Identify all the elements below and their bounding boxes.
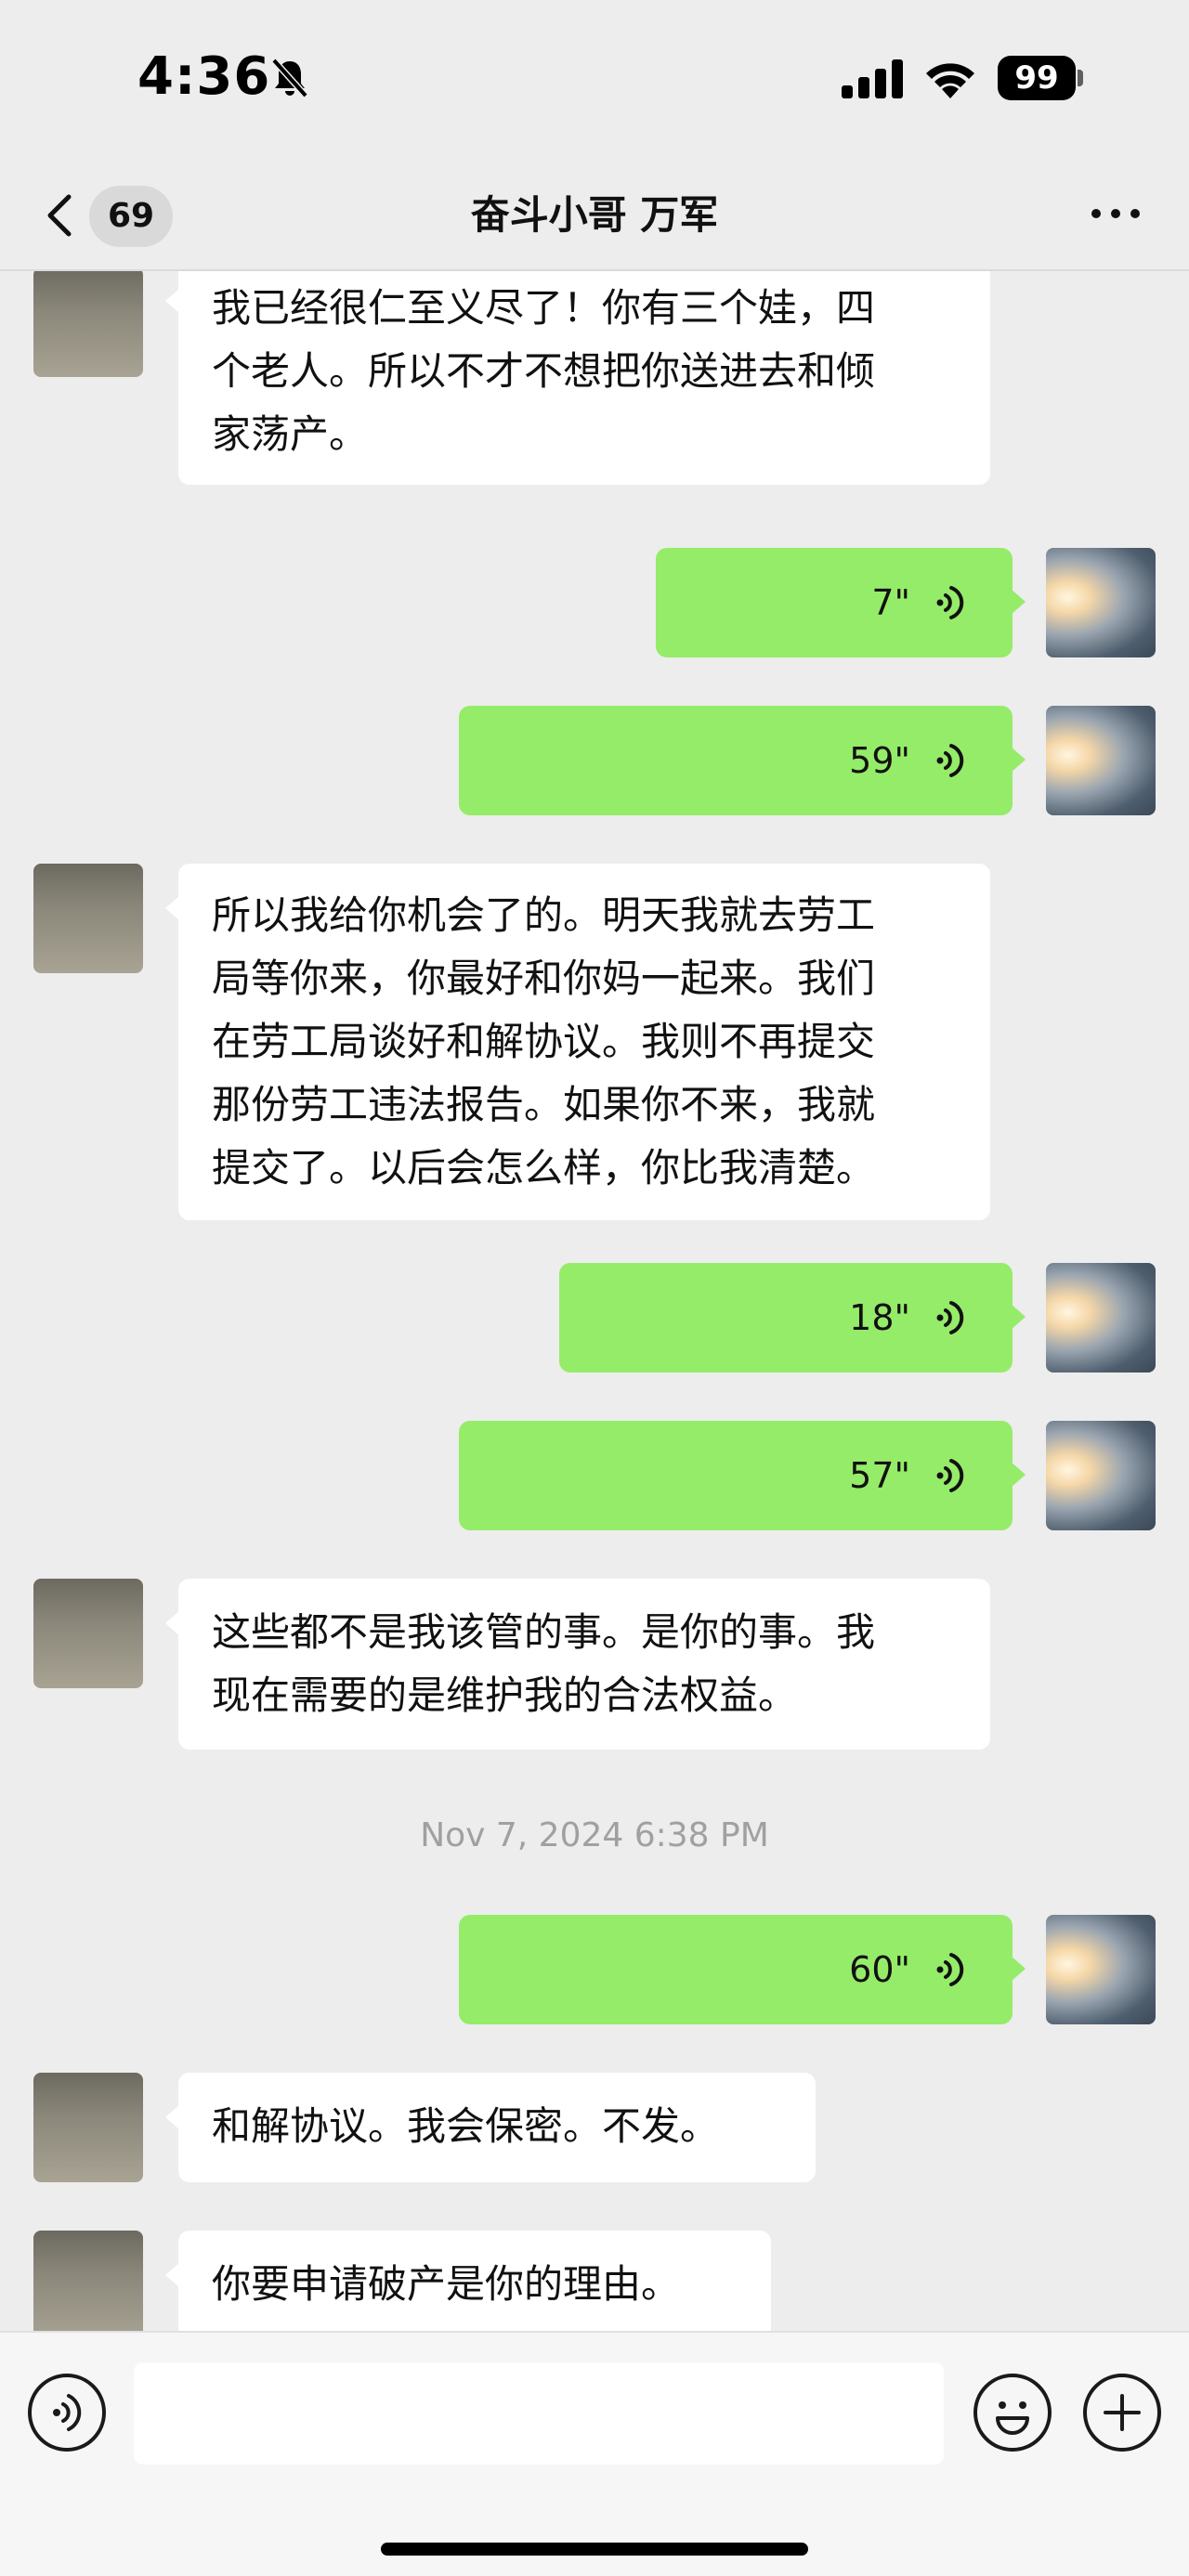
voice-wave-icon (936, 586, 964, 619)
my-avatar[interactable] (1046, 1263, 1156, 1373)
emoji-button[interactable] (973, 2374, 1052, 2452)
contact-avatar[interactable] (33, 2073, 143, 2182)
message-text-line: 那份劳工违法报告。如果你不来，我就 (212, 1082, 876, 1127)
status-time: 4:36 (137, 46, 271, 107)
voice-mode-icon (53, 2394, 82, 2431)
voice-message-bubble[interactable]: 7" (656, 548, 1026, 657)
message-bubble-incoming[interactable]: 所以我给你机会了的。明天我就去劳工 局等你来，你最好和你妈一起来。我们 在劳工局… (165, 864, 990, 1220)
battery-level: 99 (998, 56, 1076, 100)
message-bubble-incoming[interactable]: 这些都不是我该管的事。是你的事。我 现在需要的是维护我的合法权益。 (165, 1579, 990, 1750)
contact-avatar[interactable] (33, 1579, 143, 1688)
battery-tip (1078, 70, 1083, 86)
battery-icon: 99 (998, 56, 1083, 100)
message-text-line: 你要申请破产是你的理由。 (212, 2261, 681, 2307)
contact-avatar[interactable] (33, 2231, 143, 2331)
voice-message-bubble[interactable]: 57" (459, 1421, 1026, 1530)
message-text-line: 在劳工局谈好和解协议。我则不再提交 (212, 1019, 876, 1064)
back-button[interactable]: 69 (37, 175, 176, 254)
chat-screen: 4:36 99 69 奋斗小哥 万军 我已经很仁至义尽了！你有三个娃，四 个老人… (0, 0, 1189, 2576)
chat-header: 69 奋斗小哥 万军 (0, 158, 1189, 271)
voice-message-bubble[interactable]: 60" (459, 1915, 1026, 2024)
wifi-icon (926, 63, 974, 98)
voice-wave-icon (936, 1459, 964, 1492)
my-avatar[interactable] (1046, 706, 1156, 815)
voice-mode-button[interactable] (28, 2374, 106, 2452)
home-indicator[interactable] (381, 2543, 808, 2556)
message-text-line: 提交了。以后会怎么样，你比我清楚。 (212, 1145, 876, 1190)
voice-message-bubble[interactable]: 59" (459, 706, 1026, 815)
status-bar: 4:36 99 (0, 0, 1189, 158)
message-bubble-incoming[interactable]: 和解协议。我会保密。不发。 (165, 2073, 816, 2182)
more-icon[interactable] (1083, 186, 1148, 241)
voice-duration: 59" (849, 740, 910, 781)
unread-count-badge: 69 (89, 186, 173, 247)
voice-duration: 18" (849, 1297, 910, 1338)
message-text-line: 局等你来，你最好和你妈一起来。我们 (212, 956, 876, 1001)
my-avatar[interactable] (1046, 1915, 1156, 2024)
my-avatar[interactable] (1046, 1421, 1156, 1530)
voice-duration: 7" (871, 582, 910, 623)
chat-title: 奋斗小哥 万军 (470, 192, 719, 238)
voice-wave-icon (936, 744, 964, 777)
my-avatar[interactable] (1046, 548, 1156, 657)
message-text-line: 现在需要的是维护我的合法权益。 (212, 1672, 798, 1718)
voice-wave-icon (936, 1953, 964, 1986)
voice-duration: 57" (849, 1455, 910, 1496)
emoji-icon (996, 2401, 1029, 2435)
message-timestamp: Nov 7, 2024 6:38 PM (420, 1816, 769, 1854)
message-bubble-incoming[interactable]: 你要申请破产是你的理由。 (165, 2231, 771, 2331)
voice-wave-icon (936, 1301, 964, 1334)
message-list[interactable]: 我已经很仁至义尽了！你有三个娃，四 个老人。所以不才不想把你送进去和倾 家荡产。… (0, 271, 1189, 2331)
contact-avatar[interactable] (33, 864, 143, 973)
plus-button[interactable] (1083, 2374, 1161, 2452)
message-text-line: 这些都不是我该管的事。是你的事。我 (212, 1609, 876, 1655)
message-text-line: 所以我给你机会了的。明天我就去劳工 (212, 892, 876, 938)
message-text-line: 和解协议。我会保密。不发。 (212, 2103, 720, 2149)
voice-duration: 60" (849, 1949, 910, 1990)
message-text-line: 我已经很仁至义尽了！你有三个娃，四 (212, 285, 876, 331)
message-bubble-incoming[interactable]: 我已经很仁至义尽了！你有三个娃，四 个老人。所以不才不想把你送进去和倾 家荡产。 (165, 271, 990, 485)
message-text-line: 家荡产。 (212, 411, 369, 457)
voice-message-bubble[interactable]: 18" (559, 1263, 1026, 1373)
chevron-left-icon (47, 194, 72, 237)
cellular-signal-icon (842, 59, 903, 98)
bell-slash-icon (271, 58, 308, 98)
contact-avatar[interactable] (33, 271, 143, 377)
message-text-line: 个老人。所以不才不想把你送进去和倾 (212, 348, 876, 394)
input-bar (0, 2331, 1189, 2576)
message-input[interactable] (134, 2362, 944, 2465)
plus-icon (1104, 2394, 1141, 2431)
